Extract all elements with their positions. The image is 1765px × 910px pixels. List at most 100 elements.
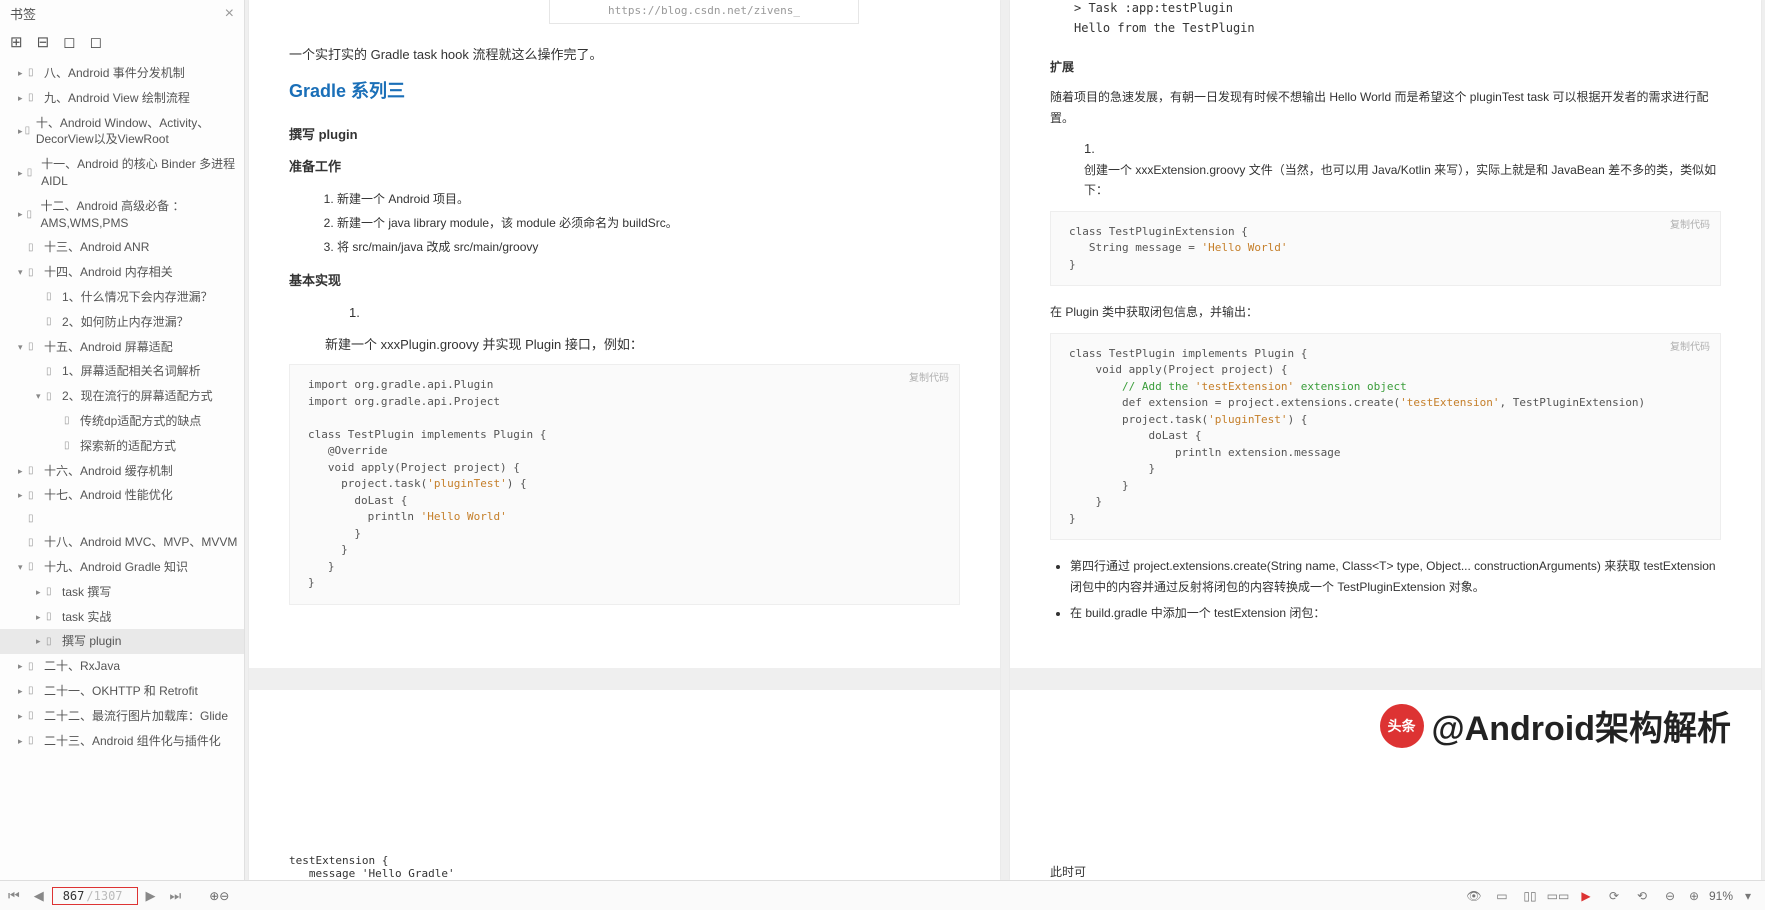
bookmark-label: 探索新的适配方式 bbox=[80, 438, 176, 455]
bookmark-item[interactable]: ▯1、什么情况下会内存泄漏？ bbox=[0, 285, 244, 310]
bookmark-item[interactable]: ▸▯十七、Android 性能优化 bbox=[0, 483, 244, 508]
code-content: class TestPluginExtension { String messa… bbox=[1069, 224, 1702, 274]
rotate2-icon[interactable]: ⟲ bbox=[1633, 887, 1651, 905]
bookmark-item[interactable]: ▯2、如何防止内存泄漏？ bbox=[0, 310, 244, 335]
bookmark-add-icon[interactable]: ◻ bbox=[63, 33, 75, 51]
remove-page-icon[interactable]: ⊖ bbox=[219, 889, 229, 903]
bookmark-item[interactable]: ▸▯task 实战 bbox=[0, 605, 244, 630]
expand-all-icon[interactable]: ⊞ bbox=[10, 33, 23, 51]
bookmark-label: 二十二、最流行图片加载库：Glide bbox=[44, 708, 228, 725]
page-number-box[interactable]: 867 /1307 bbox=[52, 887, 138, 905]
bookmark-item[interactable]: ▾▯2、现在流行的屏幕适配方式 bbox=[0, 384, 244, 409]
chevron-icon: ▸ bbox=[18, 465, 28, 478]
plugin-heading: 撰写 plugin bbox=[289, 124, 960, 146]
bookmark-item[interactable]: ▾▯十四、Android 内存相关 bbox=[0, 260, 244, 285]
expand-heading: 扩展 bbox=[1050, 57, 1721, 77]
chevron-icon: ▾ bbox=[18, 561, 28, 574]
next-page-icon[interactable]: ▶ bbox=[146, 888, 156, 904]
prepare-heading: 准备工作 bbox=[289, 156, 960, 178]
add-page-icon[interactable]: ⊕ bbox=[209, 889, 219, 903]
chevron-icon: ▸ bbox=[18, 208, 27, 221]
bookmark-item[interactable]: ▯十八、Android MVC、MVP、MVVM bbox=[0, 530, 244, 555]
bullets: 第四行通过 project.extensions.create(String n… bbox=[1050, 556, 1721, 623]
first-page-icon[interactable]: ⏮ bbox=[8, 888, 20, 904]
chevron-icon: ▸ bbox=[36, 611, 46, 624]
bookmarks-sidebar: 书签 × ⊞ ⊟ ◻ ◻ ▸▯八、Android 事件分发机制▸▯九、Andro… bbox=[0, 0, 245, 880]
bookmark-label: 1、什么情况下会内存泄漏？ bbox=[62, 289, 213, 306]
bookmark-label: 十七、Android 性能优化 bbox=[44, 487, 173, 504]
bookmark-item[interactable]: ▸▯task 撰写 bbox=[0, 580, 244, 605]
bookmark-item[interactable]: ▯1、屏幕适配相关名词解析 bbox=[0, 359, 244, 384]
code-block-left: 复制代码 import org.gradle.api.Plugin import… bbox=[289, 364, 960, 605]
bookmark-tree: ▸▯八、Android 事件分发机制▸▯九、Android View 绘制流程▸… bbox=[0, 59, 244, 880]
bookmark-glyph-icon: ▯ bbox=[46, 610, 60, 624]
watermark-badge: 头条 bbox=[1380, 704, 1424, 748]
zoom-out-icon[interactable]: ⊖ bbox=[1661, 887, 1679, 905]
prev-page-icon[interactable]: ◀ bbox=[34, 888, 44, 904]
bookmark-item[interactable]: ▯探索新的适配方式 bbox=[0, 434, 244, 459]
layout-book-icon[interactable]: ▭▭ bbox=[1549, 887, 1567, 905]
bookmark-label: 十二、Android 高级必备 ：AMS,WMS,PMS bbox=[40, 198, 238, 232]
layout-double-icon[interactable]: ▯▯ bbox=[1521, 887, 1539, 905]
step-item: 新建一个 Android 项目。 bbox=[337, 189, 960, 209]
zoom-dropdown-icon[interactable]: ▾ bbox=[1739, 887, 1757, 905]
bookmark-glyph-icon: ▯ bbox=[46, 635, 60, 649]
chevron-icon: ▸ bbox=[18, 92, 28, 105]
bookmark-label: 十、Android Window、Activity、DecorView以及Vie… bbox=[36, 115, 238, 149]
bookmark-item[interactable]: ▯ bbox=[0, 508, 244, 530]
bookmark-glyph-icon: ▯ bbox=[27, 208, 39, 222]
last-page-icon[interactable]: ⏭ bbox=[170, 888, 182, 904]
chevron-icon: ▸ bbox=[18, 710, 28, 723]
bookmark-glyph-icon: ▯ bbox=[28, 66, 42, 80]
bookmark-glyph-icon: ▯ bbox=[28, 241, 42, 255]
play-icon[interactable]: ▶ bbox=[1577, 887, 1595, 905]
bookmark-glyph-icon: ▯ bbox=[28, 489, 42, 503]
bookmark-label: 九、Android View 绘制流程 bbox=[44, 90, 190, 107]
chevron-icon: ▸ bbox=[18, 735, 28, 748]
code-content: class TestPlugin implements Plugin { voi… bbox=[1069, 346, 1702, 528]
bookmark-label: task 撰写 bbox=[62, 584, 111, 601]
copy-code-label[interactable]: 复制代码 bbox=[909, 371, 949, 386]
chevron-icon: ▸ bbox=[18, 67, 28, 80]
bookmark-item[interactable]: ▸▯九、Android View 绘制流程 bbox=[0, 86, 244, 111]
bookmark-label: 二十、RxJava bbox=[44, 658, 120, 675]
bookmark-glyph-icon: ▯ bbox=[28, 512, 42, 526]
bookmark-icon[interactable]: ◻ bbox=[90, 33, 102, 51]
document-content: https://blog.csdn.net/zivens_ 一个实打实的 Gra… bbox=[245, 0, 1765, 880]
rotate-icon[interactable]: ⟳ bbox=[1605, 887, 1623, 905]
bookmark-item[interactable]: ▾▯十九、Android Gradle 知识 bbox=[0, 555, 244, 580]
bookmark-item[interactable]: ▾▯十五、Android 屏幕适配 bbox=[0, 335, 244, 360]
eye-icon[interactable]: 👁 bbox=[1465, 887, 1483, 905]
bookmark-item[interactable]: ▸▯十、Android Window、Activity、DecorView以及V… bbox=[0, 111, 244, 153]
chevron-icon: ▸ bbox=[36, 635, 46, 648]
prepare-steps: 新建一个 Android 项目。 新建一个 java library modul… bbox=[337, 189, 960, 258]
chevron-icon: ▾ bbox=[36, 390, 46, 403]
bookmark-item[interactable]: ▸▯二十、RxJava bbox=[0, 654, 244, 679]
bookmark-glyph-icon: ▯ bbox=[46, 365, 60, 379]
bookmark-item[interactable]: ▸▯二十二、最流行图片加载库：Glide bbox=[0, 704, 244, 729]
bookmark-item[interactable]: ▯十三、Android ANR bbox=[0, 235, 244, 260]
bookmark-glyph-icon: ▯ bbox=[28, 709, 42, 723]
bookmark-item[interactable]: ▸▯二十三、Android 组件化与插件化 bbox=[0, 729, 244, 754]
basic-impl-heading: 基本实现 bbox=[289, 270, 960, 292]
layout-single-icon[interactable]: ▭ bbox=[1493, 887, 1511, 905]
copy-code-label[interactable]: 复制代码 bbox=[1670, 340, 1710, 355]
copy-code-label[interactable]: 复制代码 bbox=[1670, 218, 1710, 233]
bookmark-item[interactable]: ▸▯八、Android 事件分发机制 bbox=[0, 61, 244, 86]
zoom-in-icon[interactable]: ⊕ bbox=[1685, 887, 1703, 905]
collapse-all-icon[interactable]: ⊟ bbox=[37, 33, 50, 51]
bookmark-item[interactable]: ▸▯十六、Android 缓存机制 bbox=[0, 459, 244, 484]
bookmark-item[interactable]: ▸▯二十一、OKHTTP 和 Retrofit bbox=[0, 679, 244, 704]
bookmark-item[interactable]: ▯传统dp适配方式的缺点 bbox=[0, 409, 244, 434]
bookmark-glyph-icon: ▯ bbox=[27, 166, 39, 180]
close-icon[interactable]: × bbox=[225, 5, 234, 23]
bookmark-item[interactable]: ▸▯撰写 plugin bbox=[0, 629, 244, 654]
bookmark-item[interactable]: ▸▯十一、Android 的核心 Binder 多进程 AIDL bbox=[0, 152, 244, 194]
bookmark-glyph-icon: ▯ bbox=[28, 660, 42, 674]
bookmark-label: 八、Android 事件分发机制 bbox=[44, 65, 185, 82]
bookmark-glyph-icon: ▯ bbox=[28, 734, 42, 748]
chevron-icon: ▸ bbox=[18, 489, 28, 502]
bookmark-label: 二十一、OKHTTP 和 Retrofit bbox=[44, 683, 198, 700]
bookmark-item[interactable]: ▸▯十二、Android 高级必备 ：AMS,WMS,PMS bbox=[0, 194, 244, 236]
zoom-level: 91% bbox=[1709, 889, 1733, 903]
